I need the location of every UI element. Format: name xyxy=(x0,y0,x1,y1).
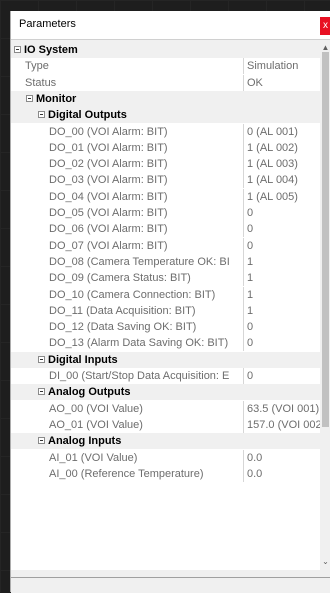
category-row[interactable]: Analog Inputs xyxy=(11,433,320,450)
property-row[interactable]: Type Simulation xyxy=(11,58,320,75)
property-value[interactable]: 1 xyxy=(243,253,320,270)
category-row[interactable]: Analog Outputs xyxy=(11,384,320,401)
collapse-icon[interactable] xyxy=(14,46,21,53)
property-name: Status xyxy=(25,76,57,89)
vertical-scrollbar[interactable]: ▲ ⌄ xyxy=(320,42,330,570)
property-value[interactable]: 0 xyxy=(243,237,320,254)
category-label: IO System xyxy=(24,44,78,56)
property-row[interactable]: DO_11 (Data Acquisition: BIT) 1 xyxy=(11,302,320,319)
scrollbar-thumb[interactable] xyxy=(322,52,329,427)
property-name: DO_03 (VOI Alarm: BIT) xyxy=(49,174,168,187)
property-value[interactable]: 1 xyxy=(243,302,320,319)
parameters-panel: Parameters x IO System Type Simulation Stat… xyxy=(10,11,330,593)
description-splitter[interactable] xyxy=(11,570,330,577)
property-row[interactable]: AO_00 (VOI Value) 63.5 (VOI 001) xyxy=(11,400,320,417)
property-row[interactable]: DO_05 (VOI Alarm: BIT) 0 xyxy=(11,205,320,221)
property-value[interactable]: 1 (AL 004) xyxy=(243,172,320,189)
scroll-up-arrow-icon[interactable]: ▲ xyxy=(321,43,330,52)
property-value[interactable]: 0 xyxy=(243,368,320,384)
property-name: AO_00 (VOI Value) xyxy=(49,402,143,415)
property-row[interactable]: DO_07 (VOI Alarm: BIT) 0 xyxy=(11,237,320,254)
property-value[interactable]: 0 xyxy=(243,335,320,352)
property-row[interactable]: DO_04 (VOI Alarm: BIT) 1 (AL 005) xyxy=(11,188,320,205)
property-row[interactable]: AO_01 (VOI Value) 157.0 (VOI 002) xyxy=(11,416,320,433)
property-name: DO_12 (Data Saving OK: BIT) xyxy=(49,321,197,334)
property-name: DO_02 (VOI Alarm: BIT) xyxy=(49,158,168,171)
property-value[interactable]: 157.0 (VOI 002) xyxy=(243,416,320,433)
property-row[interactable]: AI_01 (VOI Value) 0.0 xyxy=(11,449,320,466)
category-label: Analog Inputs xyxy=(48,435,122,448)
category-row[interactable]: Digital Outputs xyxy=(11,107,320,124)
property-name: DO_04 (VOI Alarm: BIT) xyxy=(49,190,168,203)
property-row[interactable]: DO_12 (Data Saving OK: BIT) 0 xyxy=(11,319,320,336)
property-value[interactable]: 1 xyxy=(243,286,320,303)
close-button[interactable]: x xyxy=(320,17,330,35)
property-name: DO_13 (Alarm Data Saving OK: BIT) xyxy=(49,337,229,350)
property-value[interactable]: 0 xyxy=(243,319,320,336)
property-value[interactable]: OK xyxy=(243,74,320,91)
category-label: Monitor xyxy=(36,92,77,105)
property-value[interactable]: 1 (AL 002) xyxy=(243,139,320,156)
category-row[interactable]: Monitor xyxy=(11,90,320,107)
description-area xyxy=(11,577,330,593)
category-row[interactable]: IO System xyxy=(11,42,320,58)
property-row[interactable]: AI_00 (Reference Temperature) 0.0 xyxy=(11,465,320,482)
collapse-icon[interactable] xyxy=(26,94,33,102)
property-row[interactable]: DO_06 (VOI Alarm: BIT) 0 xyxy=(11,221,320,238)
property-value[interactable]: 0 (AL 001) xyxy=(243,123,320,140)
property-row[interactable]: DO_10 (Camera Connection: BIT) 1 xyxy=(11,286,320,303)
category-label: Digital Outputs xyxy=(48,109,127,122)
property-row[interactable]: DO_01 (VOI Alarm: BIT) 1 (AL 002) xyxy=(11,139,320,156)
property-row[interactable]: Status OK xyxy=(11,74,320,91)
scroll-down-arrow-icon[interactable]: ⌄ xyxy=(321,557,330,566)
panel-title: Parameters xyxy=(19,18,76,30)
property-name: AO_01 (VOI Value) xyxy=(49,418,143,431)
property-name: DI_00 (Start/Stop Data Acquisition: E xyxy=(49,370,230,382)
category-label: Analog Outputs xyxy=(48,386,131,399)
property-name: DO_06 (VOI Alarm: BIT) xyxy=(49,223,168,236)
property-name: AI_01 (VOI Value) xyxy=(49,451,138,464)
collapse-icon[interactable] xyxy=(38,388,45,396)
property-name: DO_10 (Camera Connection: BIT) xyxy=(49,288,216,301)
panel-titlebar[interactable]: Parameters x xyxy=(11,11,330,40)
property-name: DO_07 (VOI Alarm: BIT) xyxy=(49,239,168,252)
property-row[interactable]: DO_13 (Alarm Data Saving OK: BIT) 0 xyxy=(11,335,320,352)
collapse-icon[interactable] xyxy=(38,355,45,363)
property-row[interactable]: DI_00 (Start/Stop Data Acquisition: E 0 xyxy=(11,368,320,384)
property-value[interactable]: 1 (AL 005) xyxy=(243,188,320,205)
property-value[interactable]: 63.5 (VOI 001) xyxy=(243,400,320,417)
collapse-icon[interactable] xyxy=(38,437,45,445)
property-row[interactable]: DO_08 (Camera Temperature OK: BI 1 xyxy=(11,253,320,270)
property-value[interactable]: 0 xyxy=(243,221,320,238)
property-row[interactable]: DO_02 (VOI Alarm: BIT) 1 (AL 003) xyxy=(11,156,320,173)
property-value[interactable]: Simulation xyxy=(243,58,320,75)
property-row[interactable]: DO_03 (VOI Alarm: BIT) 1 (AL 004) xyxy=(11,172,320,189)
category-label: Digital Inputs xyxy=(48,353,118,366)
property-value[interactable]: 0 xyxy=(243,205,320,221)
property-name: DO_00 (VOI Alarm: BIT) xyxy=(49,125,168,138)
collapse-icon[interactable] xyxy=(38,111,45,119)
property-value[interactable]: 1 (AL 003) xyxy=(243,156,320,173)
category-row[interactable]: Digital Inputs xyxy=(11,351,320,368)
property-value[interactable]: 0.0 xyxy=(243,465,320,482)
property-name: DO_11 (Data Acquisition: BIT) xyxy=(49,304,196,317)
property-value[interactable]: 1 xyxy=(243,270,320,287)
property-name: DO_08 (Camera Temperature OK: BI xyxy=(49,255,230,268)
property-row[interactable]: DO_09 (Camera Status: BIT) 1 xyxy=(11,270,320,287)
property-value[interactable]: 0.0 xyxy=(243,449,320,466)
property-name: DO_01 (VOI Alarm: BIT) xyxy=(49,141,168,154)
property-name: DO_09 (Camera Status: BIT) xyxy=(49,272,191,285)
property-name: DO_05 (VOI Alarm: BIT) xyxy=(49,207,168,219)
property-name: AI_00 (Reference Temperature) xyxy=(49,467,204,480)
property-grid: IO System Type Simulation Status OK Monitor Di… xyxy=(11,42,320,570)
property-row[interactable]: DO_00 (VOI Alarm: BIT) 0 (AL 001) xyxy=(11,123,320,140)
property-name: Type xyxy=(25,60,49,73)
